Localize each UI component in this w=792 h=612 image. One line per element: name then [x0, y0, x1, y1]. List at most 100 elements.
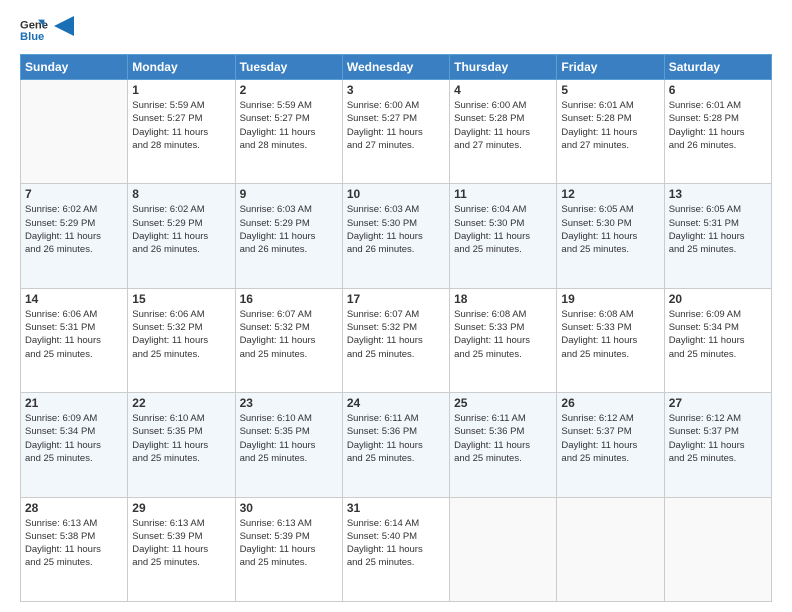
- table-cell: 22 Sunrise: 6:10 AMSunset: 5:35 PMDayligh…: [128, 393, 235, 497]
- day-info: Sunrise: 6:09 AMSunset: 5:34 PMDaylight:…: [25, 412, 123, 465]
- day-number: 12: [561, 187, 659, 201]
- header-tuesday: Tuesday: [235, 55, 342, 80]
- day-info: Sunrise: 6:01 AMSunset: 5:28 PMDaylight:…: [561, 99, 659, 152]
- day-info: Sunrise: 6:03 AMSunset: 5:29 PMDaylight:…: [240, 203, 338, 256]
- day-info: Sunrise: 6:02 AMSunset: 5:29 PMDaylight:…: [132, 203, 230, 256]
- header-thursday: Thursday: [450, 55, 557, 80]
- day-number: 21: [25, 396, 123, 410]
- table-cell: 30Sunrise: 6:13 AMSunset: 5:39 PMDayligh…: [235, 497, 342, 601]
- day-info: Sunrise: 6:03 AMSunset: 5:30 PMDaylight:…: [347, 203, 445, 256]
- day-number: 4: [454, 83, 552, 97]
- day-info: Sunrise: 6:12 AMSunset: 5:37 PMDaylight:…: [669, 412, 767, 465]
- day-info: Sunrise: 6:12 AMSunset: 5:37 PMDaylight:…: [561, 412, 659, 465]
- logo-arrow-icon: [54, 16, 74, 36]
- day-info: Sunrise: 6:09 AMSunset: 5:34 PMDaylight:…: [669, 308, 767, 361]
- day-info: Sunrise: 6:10 AMSunset: 5:35 PMDaylight:…: [240, 412, 338, 465]
- table-cell: [450, 497, 557, 601]
- day-info: Sunrise: 6:08 AMSunset: 5:33 PMDaylight:…: [561, 308, 659, 361]
- day-info: Sunrise: 6:11 AMSunset: 5:36 PMDaylight:…: [454, 412, 552, 465]
- day-info: Sunrise: 6:07 AMSunset: 5:32 PMDaylight:…: [240, 308, 338, 361]
- table-cell: 16 Sunrise: 6:07 AMSunset: 5:32 PMDayligh…: [235, 288, 342, 392]
- day-number: 3: [347, 83, 445, 97]
- svg-text:Blue: Blue: [20, 31, 44, 43]
- table-cell: 31 Sunrise: 6:14 AMSunset: 5:40 PMDayligh…: [342, 497, 449, 601]
- table-cell: [664, 497, 771, 601]
- day-number: 7: [25, 187, 123, 201]
- day-info: Sunrise: 6:14 AMSunset: 5:40 PMDaylight:…: [347, 517, 445, 570]
- header-friday: Friday: [557, 55, 664, 80]
- table-cell: 2 Sunrise: 5:59 AMSunset: 5:27 PMDaylight…: [235, 80, 342, 184]
- day-number: 13: [669, 187, 767, 201]
- header: General Blue: [20, 16, 772, 44]
- table-cell: 21 Sunrise: 6:09 AMSunset: 5:34 PMDayligh…: [21, 393, 128, 497]
- day-number: 23: [240, 396, 338, 410]
- table-cell: 25 Sunrise: 6:11 AMSunset: 5:36 PMDayligh…: [450, 393, 557, 497]
- day-number: 8: [132, 187, 230, 201]
- table-cell: 5 Sunrise: 6:01 AMSunset: 5:28 PMDaylight…: [557, 80, 664, 184]
- table-cell: 7Sunrise: 6:02 AMSunset: 5:29 PMDaylight…: [21, 184, 128, 288]
- logo: General Blue: [20, 16, 74, 44]
- table-cell: [21, 80, 128, 184]
- header-wednesday: Wednesday: [342, 55, 449, 80]
- day-info: Sunrise: 6:05 AMSunset: 5:31 PMDaylight:…: [669, 203, 767, 256]
- table-cell: 19 Sunrise: 6:08 AMSunset: 5:33 PMDayligh…: [557, 288, 664, 392]
- day-number: 24: [347, 396, 445, 410]
- day-info: Sunrise: 6:08 AMSunset: 5:33 PMDaylight:…: [454, 308, 552, 361]
- table-cell: 4Sunrise: 6:00 AMSunset: 5:28 PMDaylight…: [450, 80, 557, 184]
- day-info: Sunrise: 6:10 AMSunset: 5:35 PMDaylight:…: [132, 412, 230, 465]
- day-number: 29: [132, 501, 230, 515]
- page: General Blue Sunday Monday Tuesday Wedne…: [0, 0, 792, 612]
- table-cell: 20 Sunrise: 6:09 AMSunset: 5:34 PMDayligh…: [664, 288, 771, 392]
- table-cell: 6 Sunrise: 6:01 AMSunset: 5:28 PMDaylight…: [664, 80, 771, 184]
- day-number: 20: [669, 292, 767, 306]
- table-cell: 1Sunrise: 5:59 AMSunset: 5:27 PMDaylight…: [128, 80, 235, 184]
- day-number: 5: [561, 83, 659, 97]
- day-info: Sunrise: 6:06 AMSunset: 5:31 PMDaylight:…: [25, 308, 123, 361]
- day-info: Sunrise: 6:11 AMSunset: 5:36 PMDaylight:…: [347, 412, 445, 465]
- day-number: 16: [240, 292, 338, 306]
- day-number: 15: [132, 292, 230, 306]
- day-number: 31: [347, 501, 445, 515]
- day-info: Sunrise: 6:04 AMSunset: 5:30 PMDaylight:…: [454, 203, 552, 256]
- day-number: 26: [561, 396, 659, 410]
- day-info: Sunrise: 6:00 AMSunset: 5:27 PMDaylight:…: [347, 99, 445, 152]
- table-cell: 17 Sunrise: 6:07 AMSunset: 5:32 PMDayligh…: [342, 288, 449, 392]
- table-cell: 28 Sunrise: 6:13 AMSunset: 5:38 PMDayligh…: [21, 497, 128, 601]
- day-info: Sunrise: 5:59 AMSunset: 5:27 PMDaylight:…: [240, 99, 338, 152]
- header-sunday: Sunday: [21, 55, 128, 80]
- table-cell: 14 Sunrise: 6:06 AMSunset: 5:31 PMDayligh…: [21, 288, 128, 392]
- calendar-table: Sunday Monday Tuesday Wednesday Thursday…: [20, 54, 772, 602]
- day-number: 17: [347, 292, 445, 306]
- header-monday: Monday: [128, 55, 235, 80]
- table-cell: 29Sunrise: 6:13 AMSunset: 5:39 PMDayligh…: [128, 497, 235, 601]
- day-info: Sunrise: 6:07 AMSunset: 5:32 PMDaylight:…: [347, 308, 445, 361]
- table-cell: 18 Sunrise: 6:08 AMSunset: 5:33 PMDayligh…: [450, 288, 557, 392]
- table-cell: 3 Sunrise: 6:00 AMSunset: 5:27 PMDaylight…: [342, 80, 449, 184]
- day-info: Sunrise: 6:05 AMSunset: 5:30 PMDaylight:…: [561, 203, 659, 256]
- table-cell: 10 Sunrise: 6:03 AMSunset: 5:30 PMDayligh…: [342, 184, 449, 288]
- day-number: 10: [347, 187, 445, 201]
- day-number: 22: [132, 396, 230, 410]
- table-cell: 11 Sunrise: 6:04 AMSunset: 5:30 PMDayligh…: [450, 184, 557, 288]
- day-number: 11: [454, 187, 552, 201]
- table-cell: 8 Sunrise: 6:02 AMSunset: 5:29 PMDaylight…: [128, 184, 235, 288]
- day-number: 27: [669, 396, 767, 410]
- day-number: 6: [669, 83, 767, 97]
- day-info: Sunrise: 6:13 AMSunset: 5:38 PMDaylight:…: [25, 517, 123, 570]
- day-number: 2: [240, 83, 338, 97]
- calendar-header-row: Sunday Monday Tuesday Wednesday Thursday…: [21, 55, 772, 80]
- table-cell: [557, 497, 664, 601]
- day-number: 25: [454, 396, 552, 410]
- table-cell: 9 Sunrise: 6:03 AMSunset: 5:29 PMDaylight…: [235, 184, 342, 288]
- day-number: 9: [240, 187, 338, 201]
- day-info: Sunrise: 6:13 AMSunset: 5:39 PMDaylight:…: [240, 517, 338, 570]
- day-number: 19: [561, 292, 659, 306]
- day-number: 14: [25, 292, 123, 306]
- table-cell: 27 Sunrise: 6:12 AMSunset: 5:37 PMDayligh…: [664, 393, 771, 497]
- day-info: Sunrise: 6:01 AMSunset: 5:28 PMDaylight:…: [669, 99, 767, 152]
- day-number: 28: [25, 501, 123, 515]
- day-number: 18: [454, 292, 552, 306]
- table-cell: 24 Sunrise: 6:11 AMSunset: 5:36 PMDayligh…: [342, 393, 449, 497]
- day-number: 1: [132, 83, 230, 97]
- table-cell: 15Sunrise: 6:06 AMSunset: 5:32 PMDayligh…: [128, 288, 235, 392]
